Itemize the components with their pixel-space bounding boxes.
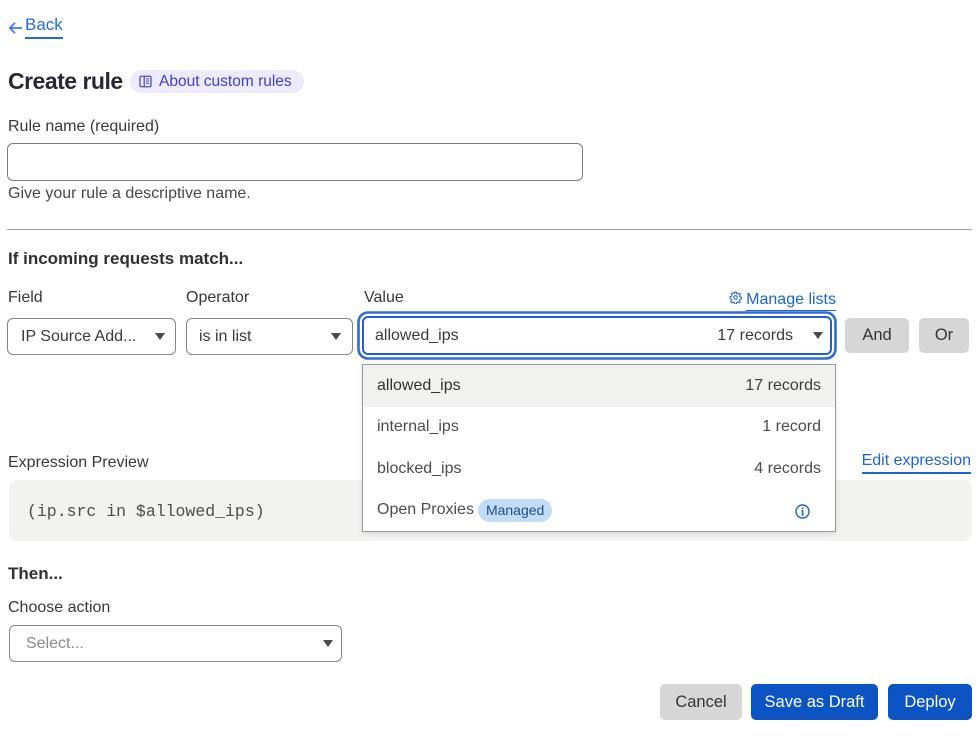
svg-text:i: i [801,504,805,518]
